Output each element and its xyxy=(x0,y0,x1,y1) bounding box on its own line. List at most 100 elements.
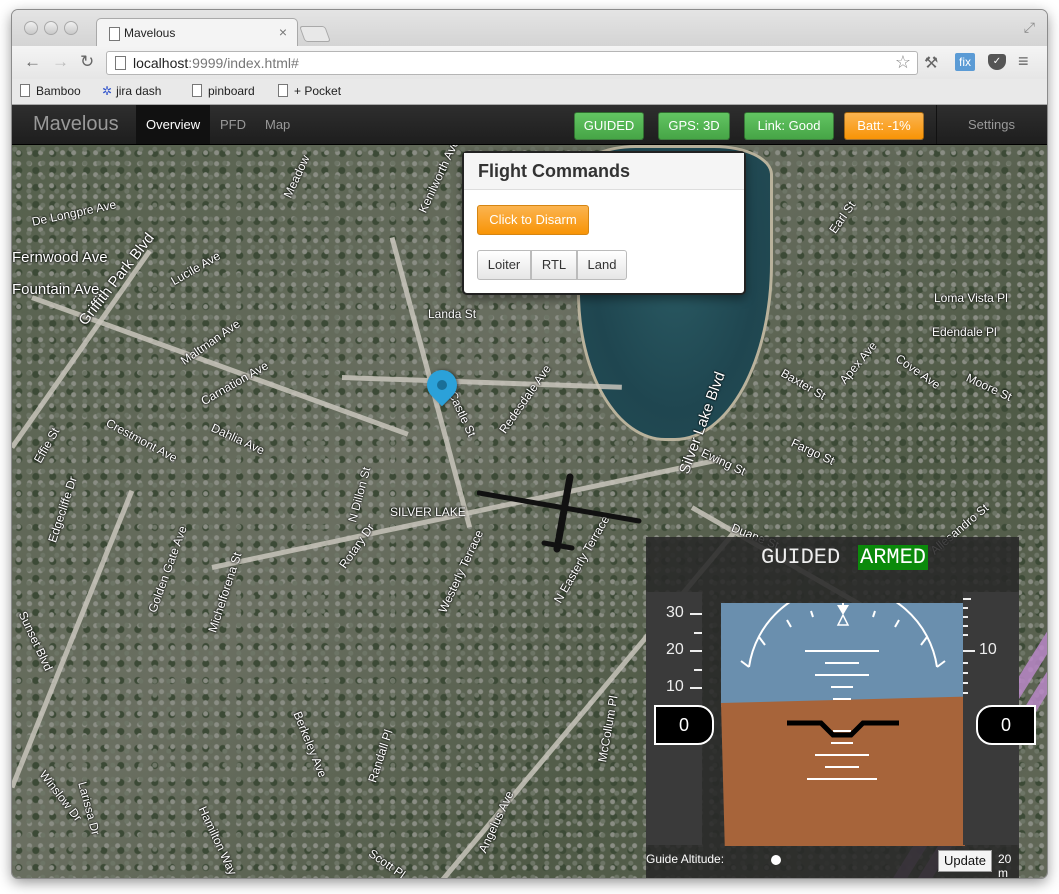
page-icon xyxy=(20,84,30,97)
attitude-overlay xyxy=(740,603,946,780)
browser-tab[interactable]: Mavelous × xyxy=(96,18,298,47)
minimize-window-button[interactable] xyxy=(44,21,58,35)
street-label: Moore St xyxy=(964,370,1015,404)
street-label: Hamilton Way xyxy=(195,804,240,878)
street-label: Fargo St xyxy=(789,435,837,468)
street-label: Effie St xyxy=(30,425,63,466)
aircraft-icon xyxy=(477,473,642,553)
altitude-tick-label: 10 xyxy=(979,641,997,658)
street-label: Kenilworth Ave xyxy=(415,145,462,215)
street-label: SILVER LAKE xyxy=(390,505,466,519)
street-label: N Dillon St xyxy=(345,465,374,524)
primary-flight-display: GUIDED ARMED 30 20 10 0 10 0 Guide Altit… xyxy=(646,537,1036,878)
street-label: Earl St xyxy=(826,198,859,237)
street-label: Randall Pl xyxy=(365,727,396,785)
street-label: Edendale Pl xyxy=(932,325,997,339)
pfd-armed-badge: ARMED xyxy=(858,545,929,570)
street-label: Angelus Ave xyxy=(475,788,517,855)
street-label: Sunset Blvd xyxy=(15,609,56,674)
reload-icon[interactable]: ↻ xyxy=(80,52,94,72)
speed-tick-label: 10 xyxy=(666,678,684,695)
land-button[interactable]: Land xyxy=(577,250,627,280)
street-label: Berkeley Ave xyxy=(290,709,330,780)
road xyxy=(12,249,152,449)
forward-icon[interactable]: → xyxy=(52,52,69,72)
back-icon[interactable]: ← xyxy=(24,52,41,72)
new-tab-button[interactable] xyxy=(299,26,331,42)
bookmark-pocket[interactable]: + Pocket xyxy=(278,84,341,98)
tab-strip: Mavelous × ⤢ xyxy=(12,10,1047,47)
panel-title: Flight Commands xyxy=(464,153,744,190)
browser-toolbar: ← → ↻ localhost:9999/index.html# ☆ ⚒ fix… xyxy=(12,46,1047,79)
bookmarks-bar: Bamboo ✲ jira dash pinboard + Pocket xyxy=(12,79,1047,105)
street-label: Fernwood Ave xyxy=(12,249,108,266)
loiter-button[interactable]: Loiter xyxy=(477,250,531,280)
street-label: Landa St xyxy=(428,307,477,321)
street-label: Meadow xyxy=(280,152,313,200)
bookmark-jira-dash[interactable]: ✲ jira dash xyxy=(102,84,161,98)
battery-badge[interactable]: Batt: -1% xyxy=(844,112,924,140)
street-label: Apex Ave xyxy=(836,338,880,387)
close-window-button[interactable] xyxy=(24,21,38,35)
pfd-mode-text: GUIDED xyxy=(761,545,841,570)
flight-commands-panel: Flight Commands Click to Disarm Loiter R… xyxy=(462,151,746,295)
bookmark-star-icon[interactable]: ☆ xyxy=(895,52,911,73)
menu-icon[interactable]: ≡ xyxy=(1018,51,1029,72)
bookmark-pinboard[interactable]: pinboard xyxy=(192,84,255,98)
gps-badge[interactable]: GPS: 3D xyxy=(658,112,730,140)
close-tab-icon[interactable]: × xyxy=(279,24,287,40)
nav-overview[interactable]: Overview xyxy=(136,105,211,144)
fix-extension-icon[interactable]: fix xyxy=(955,53,975,71)
settings-link[interactable]: Settings xyxy=(968,117,1015,132)
update-button[interactable]: Update xyxy=(938,850,992,872)
mode-badge[interactable]: GUIDED xyxy=(574,112,644,140)
page-icon xyxy=(192,84,202,97)
street-label: Cove Ave xyxy=(892,351,943,393)
guide-altitude-slider[interactable] xyxy=(771,855,781,865)
page-icon xyxy=(109,27,120,41)
street-label: Edgecliffe Dr xyxy=(45,474,80,545)
bookmark-bamboo[interactable]: Bamboo xyxy=(20,84,81,98)
disarm-button[interactable]: Click to Disarm xyxy=(477,205,589,235)
page-icon xyxy=(115,56,126,70)
nav-pfd[interactable]: PFD xyxy=(220,117,246,132)
wrench-icon[interactable]: ⚒ xyxy=(924,53,938,73)
street-label: Fountain Ave xyxy=(12,281,100,298)
street-label: McCollum Pl xyxy=(595,694,621,764)
tab-title: Mavelous xyxy=(124,26,176,40)
speed-readout: 0 xyxy=(654,705,714,745)
attitude-indicator xyxy=(721,603,965,846)
street-label: Loma Vista Pl xyxy=(934,291,1008,305)
altitude-readout: 0 xyxy=(976,705,1036,745)
link-badge[interactable]: Link: Good xyxy=(744,112,834,140)
guide-altitude-label: Guide Altitude: xyxy=(646,852,725,866)
nav-map[interactable]: Map xyxy=(265,117,290,132)
street-label: Crestmont Ave xyxy=(103,415,180,466)
street-label: Rotary Dr xyxy=(336,520,378,572)
street-label: Golden Gate Ave xyxy=(145,523,190,615)
url-text: localhost:9999/index.html# xyxy=(133,55,299,71)
jira-icon: ✲ xyxy=(102,84,113,98)
guide-altitude-value: 20 m xyxy=(998,852,1012,878)
street-label: Baxter St xyxy=(778,365,829,403)
speed-tick-label: 30 xyxy=(666,604,684,621)
page-icon xyxy=(278,84,288,97)
road xyxy=(341,375,622,390)
street-label: Dahlia Ave xyxy=(209,420,267,458)
brand-logo[interactable]: Mavelous xyxy=(33,113,119,136)
pocket-icon[interactable]: ✓ xyxy=(988,54,1006,70)
street-label: De Longpre Ave xyxy=(30,197,118,229)
nav-divider xyxy=(936,105,937,144)
rtl-button[interactable]: RTL xyxy=(531,250,577,280)
address-bar[interactable]: localhost:9999/index.html# ☆ xyxy=(106,51,918,75)
street-label: Ewing St xyxy=(699,445,748,479)
zoom-window-button[interactable] xyxy=(64,21,78,35)
street-label: Lucile Ave xyxy=(168,248,223,289)
app-navbar: Mavelous Overview PFD Map GUIDED GPS: 3D… xyxy=(12,105,1047,145)
street-label: Griffith Park Blvd xyxy=(75,229,158,329)
street-label: Scott Pl xyxy=(365,846,408,878)
browser-window: Mavelous × ⤢ ← → ↻ localhost:9999/index.… xyxy=(12,10,1047,878)
street-label: Redesdale Ave xyxy=(496,362,554,437)
speed-tick-label: 20 xyxy=(666,641,684,658)
fullscreen-icon[interactable]: ⤢ xyxy=(1024,19,1035,36)
